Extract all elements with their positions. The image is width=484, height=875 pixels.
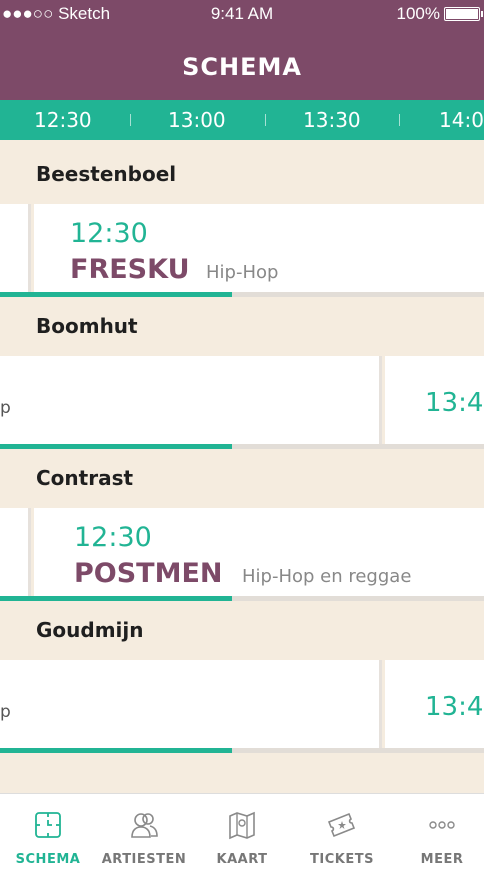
act-card[interactable]: 12:30 POSTMEN Hip-Hop en reggae xyxy=(34,508,484,596)
ticket-icon xyxy=(327,812,356,838)
act-genre-partial: p xyxy=(0,702,11,722)
timeline-tick: 12:30 xyxy=(34,108,92,132)
page-title: SCHEMA xyxy=(182,53,302,81)
header: ●●●○○ Sketch 9:41 AM 100% SCHEMA xyxy=(0,0,484,100)
tab-label: SCHEMA xyxy=(15,852,81,867)
act-time: 12:30 xyxy=(70,218,148,249)
tab-meer[interactable]: MEER xyxy=(394,794,484,875)
status-bar: ●●●○○ Sketch 9:41 AM 100% xyxy=(0,4,484,26)
tab-bar: SCHEMA ARTIESTEN KAART TICKETS MEER xyxy=(0,793,484,875)
act-artist: FRESKU xyxy=(70,254,190,285)
stage-row: Goudmijn p 13:45 xyxy=(0,596,484,753)
tab-kaart[interactable]: KAART xyxy=(194,794,290,875)
timeline-divider xyxy=(265,114,266,126)
battery: 100% xyxy=(396,4,483,24)
stage-row: Contrast 12:30 POSTMEN Hip-Hop en reggae xyxy=(0,444,484,601)
act-card[interactable]: p xyxy=(0,356,382,444)
prev-act-card[interactable] xyxy=(0,508,31,596)
tab-label: MEER xyxy=(420,852,464,867)
tab-artiesten[interactable]: ARTIESTEN xyxy=(96,794,192,875)
battery-percent: 100% xyxy=(396,4,440,23)
next-act-time: 13:45 xyxy=(425,692,484,722)
battery-icon xyxy=(444,7,483,21)
next-act-card[interactable]: 13:45 xyxy=(385,660,484,748)
timeline-bar[interactable]: 12:30 13:00 13:30 14:00 xyxy=(0,100,484,140)
timeline-tick: 13:00 xyxy=(168,108,226,132)
more-icon xyxy=(429,821,455,829)
stage-row: Beestenboel 12:30 FRESKU Hip-Hop xyxy=(0,140,484,297)
tab-tickets[interactable]: TICKETS xyxy=(294,794,390,875)
tab-label: TICKETS xyxy=(310,852,374,867)
schedule-icon xyxy=(35,812,61,838)
act-card[interactable]: 12:30 FRESKU Hip-Hop xyxy=(34,204,484,292)
next-act-time: 13:45 xyxy=(425,388,484,418)
act-artist: POSTMEN xyxy=(74,558,223,589)
timeline-tick: 13:30 xyxy=(303,108,361,132)
act-genre: Hip-Hop en reggae xyxy=(242,566,412,587)
stage-name: Beestenboel xyxy=(36,162,177,186)
prev-act-card[interactable] xyxy=(0,204,31,292)
tab-label: ARTIESTEN xyxy=(101,852,187,867)
stage-name: Boomhut xyxy=(36,314,138,338)
act-genre-partial: p xyxy=(0,398,11,418)
tab-label: KAART xyxy=(216,852,268,867)
map-icon xyxy=(229,811,255,840)
act-genre: Hip-Hop xyxy=(206,262,279,283)
timeline-divider xyxy=(399,114,400,126)
progress-fill xyxy=(0,748,233,753)
act-card[interactable]: p xyxy=(0,660,382,748)
act-time: 12:30 xyxy=(74,522,152,553)
schedule-list[interactable]: Beestenboel 12:30 FRESKU Hip-Hop Boomhut… xyxy=(0,140,484,793)
artists-icon xyxy=(131,813,158,838)
next-act-card[interactable]: 13:45 xyxy=(385,356,484,444)
stage-row: Boomhut p 13:45 xyxy=(0,292,484,449)
stage-name: Contrast xyxy=(36,466,134,490)
tab-schema[interactable]: SCHEMA xyxy=(0,794,96,875)
timeline-tick: 14:00 xyxy=(439,108,484,132)
progress-bar xyxy=(0,748,484,753)
stage-name: Goudmijn xyxy=(36,618,144,642)
timeline-divider xyxy=(130,114,131,126)
